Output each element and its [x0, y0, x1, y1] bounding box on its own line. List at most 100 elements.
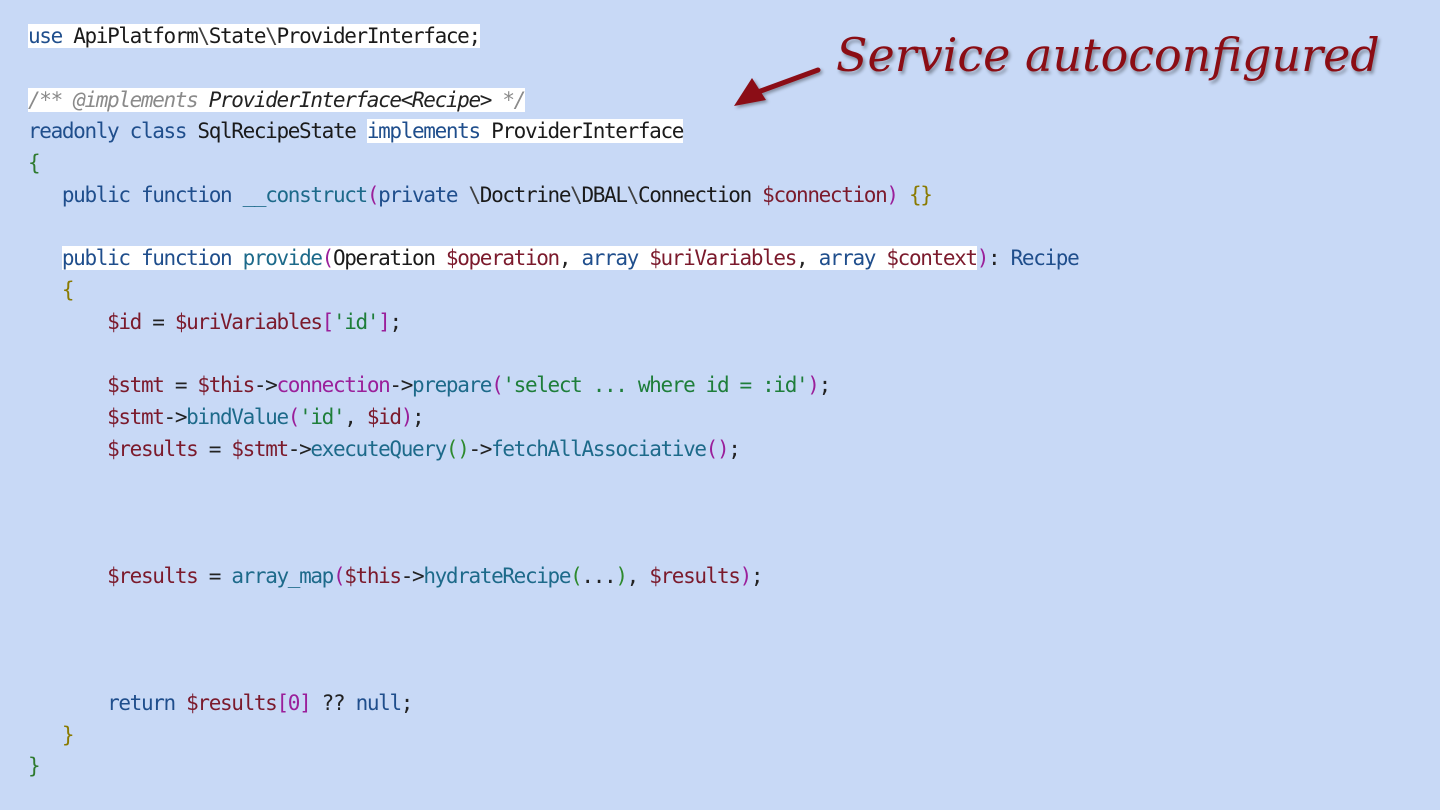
comment-type: ProviderInterface<Recipe> — [208, 87, 493, 112]
keyword-public: public — [61, 246, 131, 271]
operator: = — [163, 373, 198, 398]
parens: () — [705, 436, 730, 461]
keyword-use: use — [28, 24, 63, 48]
code-line-method-brace-close: } — [28, 720, 1078, 752]
method-call: hydrateRecipe — [423, 563, 571, 588]
namespace-separator: \ — [265, 24, 278, 48]
number: 0 — [287, 690, 301, 715]
namespace-part: ApiPlatform — [73, 24, 199, 48]
code-line-bindvalue: $stmt->bindValue('id', $id); — [28, 402, 1078, 434]
variable: $results — [107, 436, 199, 461]
method-call: fetchAllAssociative — [491, 436, 707, 461]
keyword-function: function — [140, 246, 233, 271]
param-variable: $uriVariables — [649, 246, 797, 271]
variable: $results — [649, 563, 741, 588]
code-line-method-brace-open: { — [28, 275, 1078, 307]
paren-close: ) — [739, 563, 753, 588]
semicolon: ; — [728, 436, 741, 461]
param-variable: $context — [886, 246, 978, 271]
keyword-implements: implements — [366, 119, 481, 144]
method-name: __construct — [242, 182, 369, 207]
annotation-label: Service autoconfigured — [836, 28, 1380, 82]
param-type: Operation — [332, 246, 436, 271]
code-line-constructor: public function __construct(private \Doc… — [28, 180, 1078, 212]
arrow-operator: -> — [253, 373, 278, 398]
provide-signature-highlight: public function provide(Operation $opera… — [61, 246, 978, 271]
code-line-id-assign: $id = $uriVariables['id']; — [28, 307, 1078, 339]
arrow-operator: -> — [400, 563, 425, 588]
keyword-readonly: readonly — [28, 119, 120, 144]
this-keyword: $this — [344, 563, 402, 588]
method-brace-open: { — [61, 278, 75, 302]
bracket-close: ] — [378, 309, 391, 334]
property: connection — [276, 373, 390, 398]
namespace-separator: \ — [626, 182, 640, 207]
param-type: array — [818, 246, 877, 271]
paren-close: ) — [886, 182, 899, 207]
operator: = — [197, 436, 232, 461]
code-line-array-map: $results = array_map($this->hydrateRecip… — [28, 561, 1078, 593]
code-line-provide-signature: public function provide(Operation $opera… — [28, 243, 1080, 275]
comment-end: */ — [491, 87, 526, 112]
keyword-private: private — [378, 182, 458, 207]
code-line-class-brace-close: } — [28, 751, 1078, 783]
return-type: Recipe — [1010, 246, 1080, 271]
semicolon: ; — [818, 373, 832, 398]
paren-open: ( — [366, 182, 380, 207]
sql-string: 'select ... where id = :id' — [502, 373, 808, 398]
class-brace-close: } — [28, 754, 41, 779]
arrow-operator: -> — [163, 405, 188, 429]
code-line-brace-open: { — [28, 148, 1078, 180]
parens: () — [445, 436, 470, 461]
keyword-function: function — [140, 182, 233, 207]
method-name: provide — [242, 246, 323, 271]
comma: , — [344, 405, 367, 429]
comma: , — [796, 246, 819, 271]
comma: , — [558, 246, 582, 271]
code-line-docblock: /** @implements ProviderInterface<Recipe… — [28, 85, 1078, 117]
string: 'id' — [332, 309, 380, 334]
method-call: executeQuery — [310, 436, 447, 461]
keyword-class: class — [129, 119, 188, 144]
namespace-part: DBAL — [581, 182, 628, 207]
method-call: prepare — [412, 373, 492, 398]
semicolon: ; — [750, 563, 764, 588]
operator: = — [140, 309, 175, 334]
use-statement-highlight: use ApiPlatform\State\ProviderInterface; — [28, 24, 481, 48]
semicolon: ; — [412, 405, 425, 429]
paren-close: ) — [400, 405, 414, 429]
code-line-prepare: $stmt = $this->connection->prepare('sele… — [28, 370, 1078, 402]
interface-name: ProviderInterface — [491, 119, 684, 144]
param-variable: $operation — [445, 246, 560, 271]
paren-open: ( — [570, 563, 583, 588]
variable: $id — [107, 309, 142, 334]
code-line-return: return $results[0] ?? null; — [28, 688, 1078, 720]
semicolon: ; — [389, 309, 402, 334]
namespace-part: ProviderInterface — [276, 24, 469, 48]
implements-highlight: implements ProviderInterface — [366, 119, 684, 144]
bracket-open: [ — [276, 690, 289, 715]
code-line-class-declaration: readonly class SqlRecipeState implements… — [28, 116, 1078, 148]
variable: $uriVariables — [174, 309, 323, 334]
namespace-part: Connection — [637, 182, 752, 207]
docblock-highlight: /** @implements ProviderInterface<Recipe… — [28, 87, 526, 112]
variable: $results — [107, 563, 199, 588]
namespace-separator: \ — [468, 182, 482, 207]
operator: = — [197, 563, 232, 588]
variable: $results — [186, 690, 278, 715]
ellipsis: ... — [581, 563, 616, 588]
arrow-operator: -> — [287, 436, 312, 461]
paren-close: ) — [807, 373, 820, 398]
string: 'id' — [299, 405, 346, 429]
bracket-close: ] — [299, 690, 312, 715]
namespace-separator: \ — [570, 182, 583, 207]
variable: $id — [366, 405, 402, 429]
paren-open: ( — [332, 563, 346, 588]
variable: $stmt — [231, 436, 289, 461]
class-brace-open: { — [28, 151, 41, 175]
